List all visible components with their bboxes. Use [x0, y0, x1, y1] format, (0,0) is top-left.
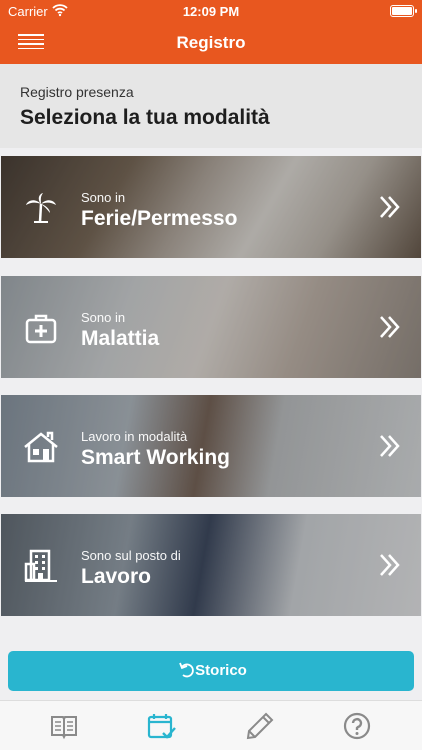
card-title: Malattia	[81, 327, 160, 350]
double-chevron-right-icon	[380, 316, 400, 338]
card-small-label: Sono in	[81, 310, 126, 325]
pencil-icon[interactable]	[245, 711, 275, 741]
card-malattia[interactable]: Sono in Malattia	[1, 276, 421, 378]
card-title: Lavoro	[81, 565, 152, 588]
page-title: Seleziona la tua modalità	[20, 106, 270, 129]
card-smart-working[interactable]: Lavoro in modalità Smart Working	[1, 395, 421, 497]
card-title: Smart Working	[81, 446, 230, 469]
first-aid-kit-icon	[25, 314, 57, 344]
clock: 12:09 PM	[182, 4, 240, 19]
battery-icon	[390, 5, 417, 17]
calendar-check-icon[interactable]	[146, 711, 176, 741]
palm-tree-icon	[26, 193, 56, 223]
storico-button[interactable]: Storico	[8, 651, 414, 691]
double-chevron-right-icon	[380, 554, 400, 576]
book-icon[interactable]	[49, 711, 79, 741]
double-chevron-right-icon	[380, 435, 400, 457]
tab-bar	[0, 700, 422, 750]
card-small-label: Sono sul posto di	[81, 548, 181, 563]
card-small-label: Sono in	[81, 190, 126, 205]
office-building-icon	[24, 549, 57, 582]
house-icon	[24, 431, 58, 463]
card-ferie-permesso[interactable]: Sono in Ferie/Permesso	[1, 156, 421, 258]
status-bar: Carrier 12:09 PM	[0, 0, 422, 22]
page-header: Registro presenza Seleziona la tua modal…	[0, 64, 422, 148]
page-subtitle: Registro presenza	[20, 84, 134, 100]
double-chevron-right-icon	[380, 196, 400, 218]
storico-label: Storico	[195, 662, 247, 679]
card-lavoro[interactable]: Sono sul posto di Lavoro	[1, 514, 421, 616]
card-title: Ferie/Permesso	[81, 207, 238, 230]
nav-bar: Registro	[0, 22, 422, 64]
card-small-label: Lavoro in modalità	[81, 429, 188, 444]
help-icon[interactable]	[342, 711, 372, 741]
nav-title: Registro	[176, 33, 246, 52]
